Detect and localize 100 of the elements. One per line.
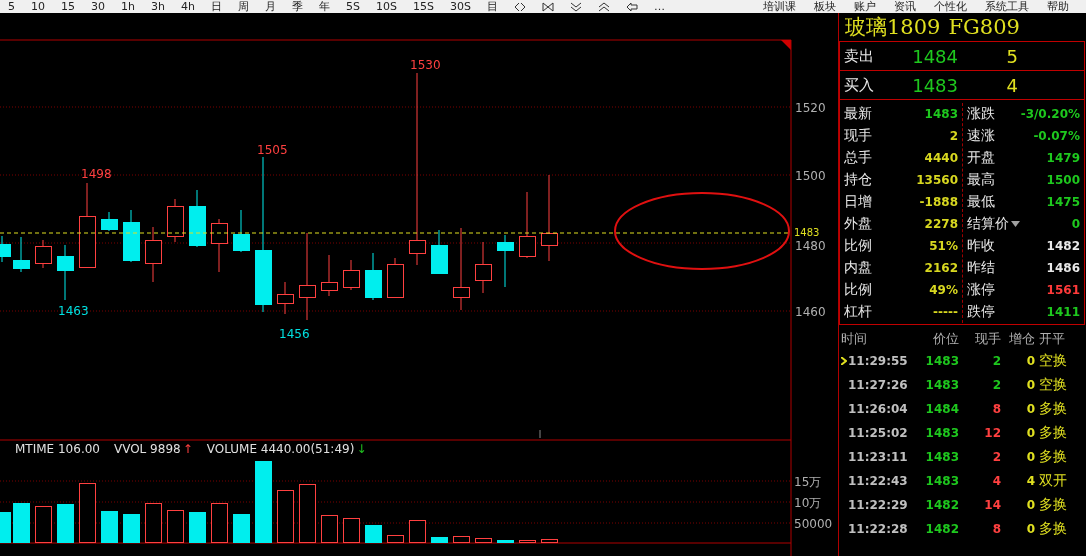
volume-cell-text: 12 bbox=[983, 426, 1001, 440]
menu-item[interactable]: 资讯 bbox=[885, 0, 925, 13]
period-tab[interactable]: 月 bbox=[256, 0, 284, 13]
column-header: 增仓 bbox=[1008, 330, 1035, 348]
period-tab[interactable]: 30 bbox=[83, 0, 113, 13]
period-tab[interactable]: 5 bbox=[0, 0, 23, 13]
period-tab[interactable]: 季 bbox=[283, 0, 311, 13]
stat-label: 结算价 bbox=[967, 215, 1009, 233]
volume-cell-text: 2 bbox=[991, 378, 1001, 392]
volume-bar bbox=[189, 512, 206, 543]
axis-label: 50000 bbox=[794, 517, 833, 531]
stat-label: 最新 bbox=[844, 105, 872, 123]
menu-item[interactable]: 板块 bbox=[805, 0, 845, 13]
candle bbox=[101, 211, 118, 232]
time-cell: 11:26:04 bbox=[848, 402, 908, 416]
time-cell: 11:22:29 bbox=[848, 498, 908, 512]
stat-label: 比例 bbox=[844, 281, 872, 299]
volume-bar bbox=[277, 490, 294, 543]
menu-item[interactable]: 帮助 bbox=[1038, 0, 1078, 13]
candle bbox=[387, 257, 404, 299]
trade-type-cell-text: 空换 bbox=[1039, 352, 1068, 370]
period-tab[interactable]: 日 bbox=[202, 0, 230, 13]
stat-value: 2278 bbox=[924, 217, 958, 231]
time-cell: 11:22:28 bbox=[848, 522, 908, 536]
candle bbox=[145, 226, 162, 283]
period-tab[interactable]: 4h bbox=[172, 0, 203, 13]
period-tab[interactable]: 15S bbox=[404, 0, 442, 13]
indicator-label: VOLUME 4440.00(51:49) bbox=[206, 441, 355, 458]
volume-cell-text: 2 bbox=[991, 450, 1001, 464]
corner-marker-icon bbox=[781, 40, 791, 50]
contract-code: FG809 bbox=[948, 15, 1020, 39]
period-tab[interactable]: 年 bbox=[310, 0, 338, 13]
stat-label: 外盘 bbox=[844, 215, 872, 233]
period-tab[interactable]: 10 bbox=[23, 0, 53, 13]
period-tab[interactable]: 1h bbox=[113, 0, 143, 13]
menu-item[interactable]: 账户 bbox=[845, 0, 885, 13]
stat-label: 昨结 bbox=[967, 259, 995, 277]
menu-item[interactable]: 系统工具 bbox=[976, 0, 1038, 13]
dropdown-icon[interactable] bbox=[1011, 221, 1020, 227]
stat-value: 1500 bbox=[1046, 173, 1080, 187]
price-label: 1498 bbox=[81, 167, 112, 181]
volume-bar bbox=[453, 536, 470, 543]
book-label: 卖出 bbox=[844, 46, 875, 66]
period-tab[interactable]: 目 bbox=[478, 0, 506, 13]
period-tab[interactable]: 15 bbox=[53, 0, 83, 13]
menu-item[interactable]: 培训课 bbox=[754, 0, 805, 13]
volume-bar bbox=[321, 515, 338, 543]
stat-value: 1475 bbox=[1046, 195, 1080, 209]
stat-value: 1479 bbox=[1046, 151, 1080, 165]
candle bbox=[519, 191, 536, 259]
indicator-label: VVOL 9898 bbox=[113, 441, 181, 458]
column-header: 时间 bbox=[841, 330, 868, 348]
stat-value: 1483 bbox=[924, 107, 958, 121]
time-cell: 11:29:55 bbox=[848, 354, 908, 368]
volume-bar bbox=[365, 525, 382, 543]
more-button[interactable]: … bbox=[645, 0, 673, 13]
period-tab[interactable]: 10S bbox=[367, 0, 405, 13]
volume-bar bbox=[519, 540, 536, 543]
double-chevron-up-icon[interactable] bbox=[597, 1, 610, 12]
open-interest-cell-text: 4 bbox=[1025, 474, 1035, 488]
indicator-label: MTIME 106.00 bbox=[15, 441, 100, 458]
candle bbox=[365, 252, 382, 301]
axis-label: 1460 bbox=[795, 305, 826, 319]
book-volume: 4 bbox=[1005, 74, 1018, 96]
trade-type-cell-text: 多换 bbox=[1039, 424, 1068, 442]
price-label: 1456 bbox=[279, 327, 310, 341]
stat-label: 持仓 bbox=[844, 171, 872, 189]
candle bbox=[343, 259, 360, 291]
stat-label: 速涨 bbox=[967, 127, 995, 145]
period-tab[interactable]: 5S bbox=[337, 0, 368, 13]
price-cell: 1482 bbox=[925, 498, 959, 512]
candle bbox=[167, 198, 184, 243]
period-tab[interactable]: 3h bbox=[143, 0, 173, 13]
stat-label: 跌停 bbox=[967, 303, 995, 321]
open-interest-cell-text: 0 bbox=[1025, 426, 1035, 440]
stat-label: 内盘 bbox=[844, 259, 872, 277]
stat-label: 昨收 bbox=[967, 237, 995, 255]
volume-bar bbox=[79, 483, 96, 543]
candle bbox=[497, 234, 514, 288]
stat-value: 2162 bbox=[924, 261, 958, 275]
bowtie-icon[interactable] bbox=[541, 1, 554, 12]
price-label: 1530 bbox=[410, 58, 441, 72]
time-cell: 11:22:43 bbox=[848, 474, 908, 488]
column-header: 现手 bbox=[974, 330, 1001, 348]
stat-value: 1411 bbox=[1046, 305, 1080, 319]
volume-cell-text: 2 bbox=[991, 354, 1001, 368]
stat-value: 0 bbox=[1071, 217, 1080, 231]
volume-bar bbox=[343, 518, 360, 543]
double-chevron-down-icon[interactable] bbox=[569, 1, 582, 12]
price-label: 1463 bbox=[58, 304, 89, 318]
period-tab[interactable]: 周 bbox=[229, 0, 257, 13]
book-price: 1483 bbox=[911, 74, 958, 96]
column-header: 开平 bbox=[1039, 330, 1066, 348]
period-tab[interactable]: 30S bbox=[441, 0, 479, 13]
trade-type-cell-text: 多换 bbox=[1039, 448, 1068, 466]
stat-value: 1486 bbox=[1046, 261, 1080, 275]
menu-item[interactable]: 个性化 bbox=[925, 0, 976, 13]
last-price-label: 1483 bbox=[794, 227, 820, 238]
left-arrow-icon[interactable] bbox=[625, 1, 638, 12]
split-arrows-icon[interactable] bbox=[513, 1, 526, 12]
